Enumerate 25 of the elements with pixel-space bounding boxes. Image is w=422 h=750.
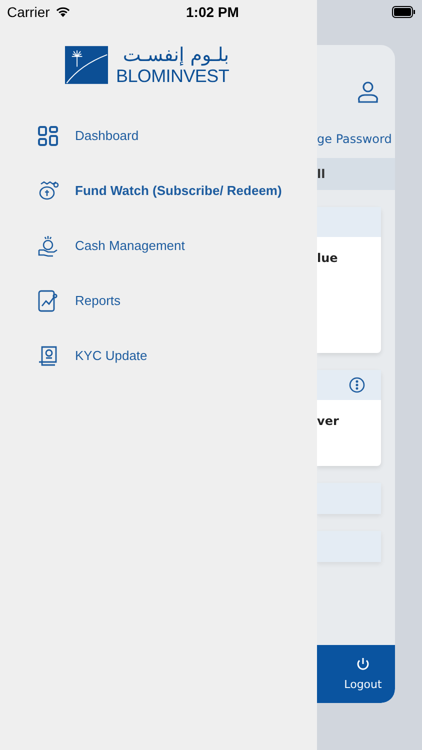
grid-icon bbox=[37, 126, 59, 146]
wifi-icon bbox=[54, 6, 71, 18]
certificate-icon bbox=[37, 346, 59, 366]
card-title: lue bbox=[317, 251, 339, 265]
power-icon bbox=[356, 657, 370, 671]
logo-arabic-text: بلـوم إنفسـت bbox=[122, 44, 230, 66]
menu-item[interactable]: KYC Update bbox=[0, 328, 317, 383]
menu-item[interactable]: Cash Management bbox=[0, 218, 317, 273]
menu-item[interactable]: Dashboard bbox=[0, 108, 317, 163]
chart-document-icon bbox=[37, 290, 59, 312]
hand-coin-icon bbox=[37, 234, 59, 256]
change-password-link[interactable]: ge Password bbox=[317, 131, 395, 147]
section-header: ll bbox=[317, 158, 395, 190]
info-icon[interactable] bbox=[349, 377, 365, 393]
card-title: ver bbox=[317, 414, 340, 428]
carrier-label: Carrier bbox=[7, 4, 50, 20]
logo-text: BLOMINVEST bbox=[116, 66, 230, 86]
money-bag-icon bbox=[37, 180, 59, 200]
user-icon[interactable] bbox=[358, 81, 378, 103]
battery-icon bbox=[392, 6, 416, 18]
logout-button[interactable]: Logout bbox=[317, 645, 395, 703]
palm-logo-icon bbox=[65, 43, 108, 87]
menu-item[interactable]: Fund Watch (Subscribe/ Redeem) bbox=[0, 163, 317, 218]
status-time: 1:02 PM bbox=[186, 4, 239, 20]
menu-item[interactable]: Reports bbox=[0, 273, 317, 328]
